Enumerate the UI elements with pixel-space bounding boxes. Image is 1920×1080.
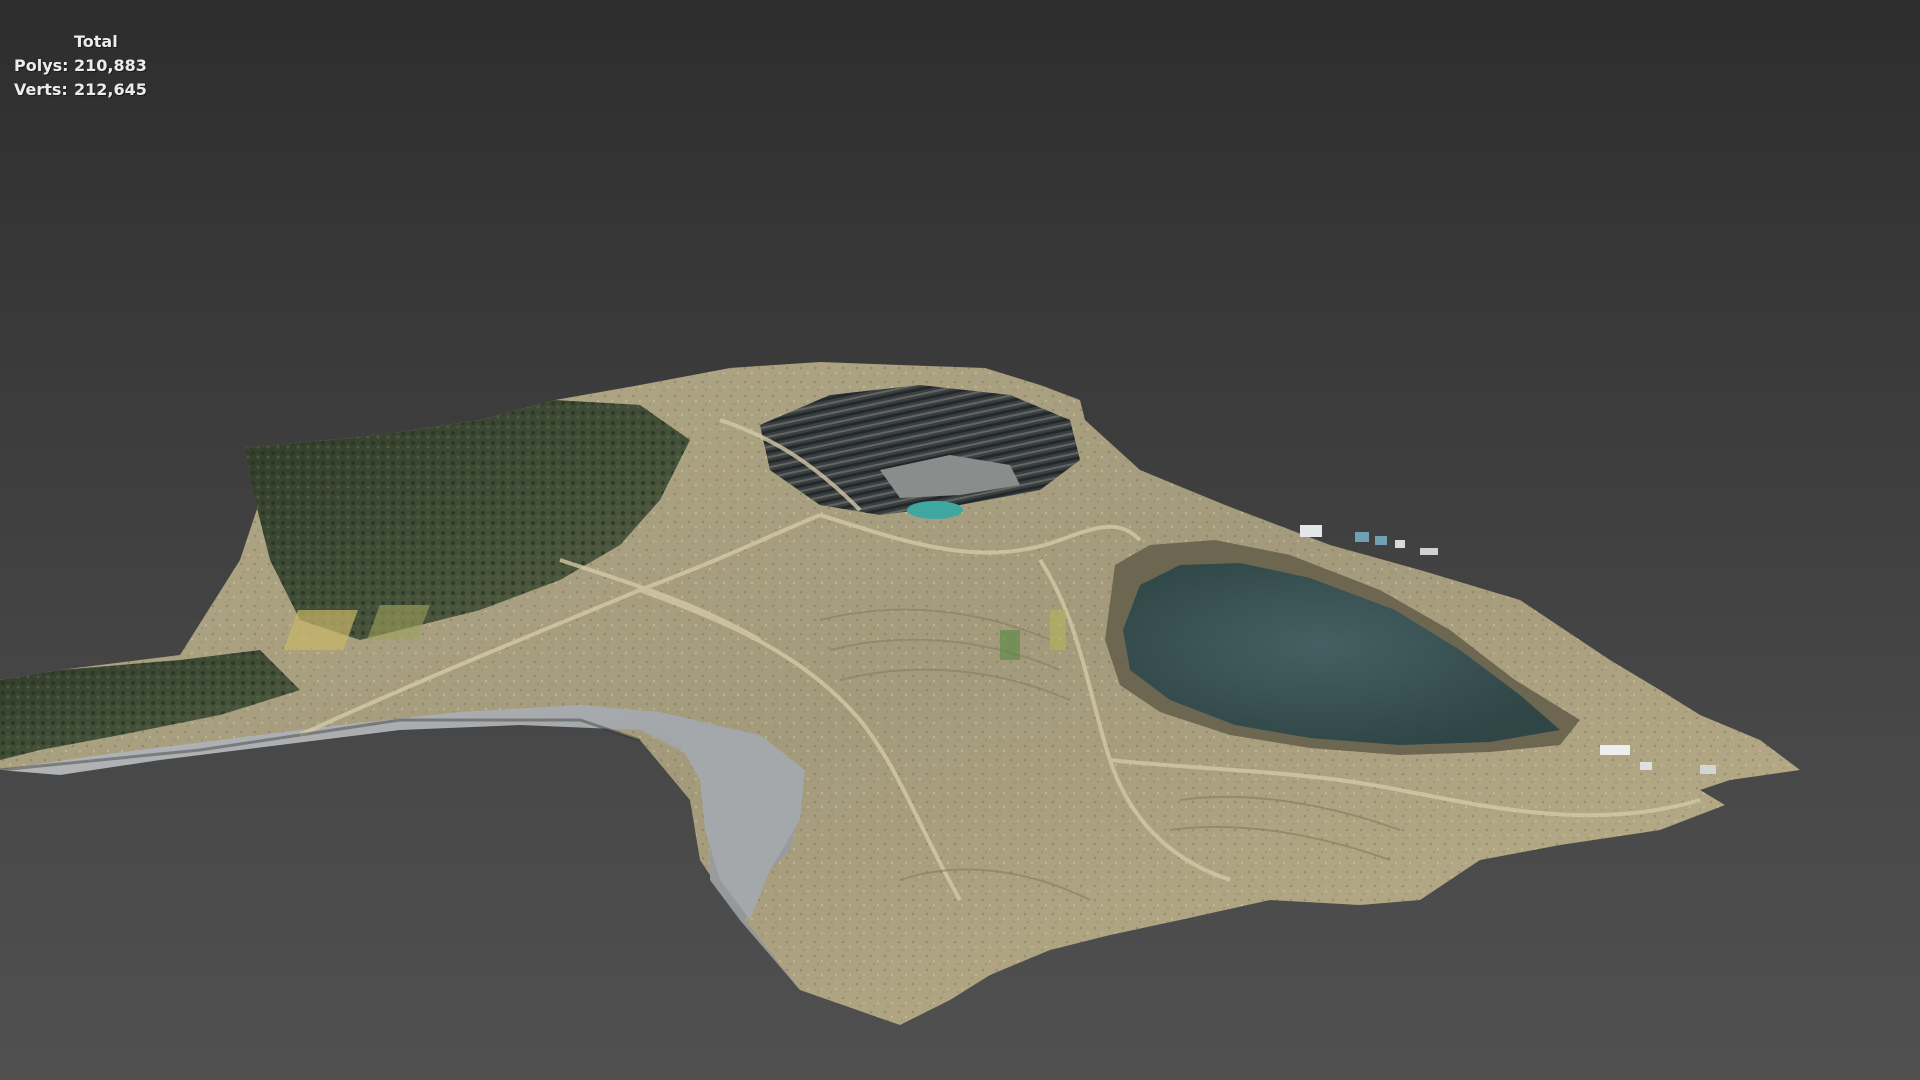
verts-value: 212,645	[74, 80, 147, 99]
stats-title: Total	[74, 32, 118, 51]
3d-viewport[interactable]: Total Polys: 210,883 Verts: 212,645	[0, 0, 1920, 1080]
scene-statistics: Total Polys: 210,883 Verts: 212,645	[14, 30, 147, 102]
polys-value: 210,883	[74, 56, 147, 75]
verts-label: Verts:	[14, 80, 68, 99]
small-pond	[907, 501, 963, 519]
terrain-mesh[interactable]	[0, 0, 1920, 1080]
polys-label: Polys:	[14, 56, 69, 75]
